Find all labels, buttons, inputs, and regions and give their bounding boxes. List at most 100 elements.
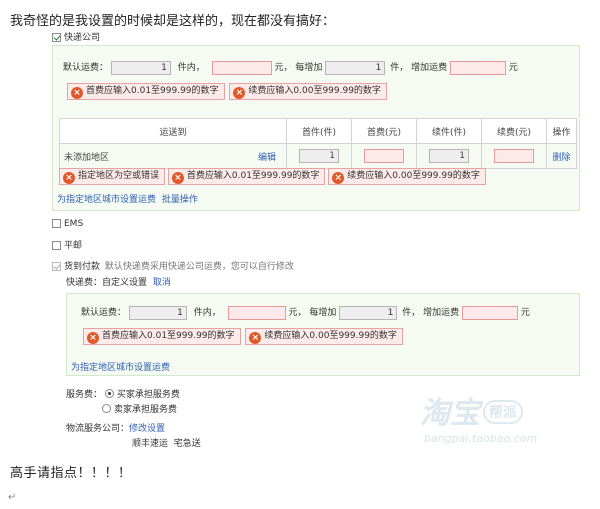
add-fee-label: 增加运费: [411, 63, 448, 73]
cod-fee-line: 快递费：自定义设置 取消: [66, 275, 171, 288]
row-first-qty-input[interactable]: 1: [299, 149, 339, 163]
error-icon: ×: [71, 87, 83, 99]
region-cell: 未添加地区 编辑: [59, 143, 287, 169]
yuan2-label: 元: [508, 63, 518, 73]
express-default-fee-row: 默认运费： 1 件内， 元， 每增加 1 件， 增加运费 元: [63, 60, 518, 75]
region-fee-link[interactable]: 为指定地区城市设置运费: [57, 195, 156, 205]
cod-errors: × 首费应输入0.01至999.99的数字 × 续费应输入0.00至999.99的数…: [83, 328, 403, 345]
region-table-wrap: 运送到 首件(件) 首费(元) 续件(件) 续费(元) 操作 未添加地区 编辑 …: [59, 118, 577, 169]
yuan-label: 元，: [288, 308, 307, 318]
cod-panel: 默认运费： 1 件内， 元， 每增加 1 件， 增加运费 元 × 首费应输入0.0…: [66, 293, 580, 376]
error-message: × 续费应输入0.00至999.99的数字: [328, 168, 486, 185]
paragraph-mark: ↵: [8, 492, 17, 503]
row-add-qty-input[interactable]: 1: [429, 149, 469, 163]
cod-region-fee-link[interactable]: 为指定地区城市设置运费: [71, 363, 170, 373]
add-fee-cell: [481, 143, 547, 169]
row-errors: × 指定地区为空或错误 × 首费应输入0.01至999.99的数字 × 续费应输入0.…: [59, 168, 486, 185]
error-message: × 首费应输入0.01至999.99的数字: [167, 168, 326, 185]
cod-add-fee-input[interactable]: [461, 305, 518, 320]
row-add-fee-input[interactable]: [494, 149, 534, 163]
yuan2-label: 元: [520, 308, 530, 318]
express-option[interactable]: 快递公司: [52, 30, 100, 43]
unit-add-label: 件，: [390, 63, 409, 73]
cod-region-link-wrap: 为指定地区城市设置运费: [71, 360, 170, 373]
ems-label: EMS: [64, 219, 84, 229]
region-text: 未添加地区: [64, 152, 110, 163]
add-qty-input[interactable]: 1: [325, 60, 386, 75]
cod-first-fee-input[interactable]: [227, 305, 286, 320]
service-fee: 服务费： 买家承担服务费: [66, 387, 180, 400]
region-fee-table: 运送到 首件(件) 首费(元) 续件(件) 续费(元) 操作 未添加地区 编辑 …: [59, 118, 577, 169]
delete-link[interactable]: 删除: [552, 153, 570, 163]
error-icon: ×: [171, 172, 184, 184]
col-first-fee: 首费(元): [351, 118, 417, 144]
express-panel: 默认运费： 1 件内， 元， 每增加 1 件， 增加运费 元 × 首费应输入0.0…: [52, 45, 580, 211]
cod-add-qty-input[interactable]: 1: [339, 305, 398, 320]
error-icon: ×: [87, 332, 99, 344]
unit-add-label: 件，: [402, 308, 421, 318]
cod-note: 默认快递费采用快递公司运费，您可以自行修改: [104, 262, 294, 272]
table-header-row: 运送到 首件(件) 首费(元) 续件(件) 续费(元) 操作: [59, 118, 577, 144]
batch-link[interactable]: 批量操作: [162, 195, 198, 205]
error-message: × 续费应输入0.00至999.99的数字: [229, 83, 387, 100]
cod-option: 货到付款 默认快递费采用快递公司运费，您可以自行修改: [52, 259, 294, 272]
each-add-label: 每增加: [295, 63, 323, 73]
closing-text: 高手请指点！！！！: [10, 466, 132, 481]
post-option[interactable]: 平邮: [52, 238, 82, 251]
error-icon: ×: [332, 172, 345, 184]
unit-within-label: 件内，: [193, 308, 221, 318]
express-label: 快递公司: [64, 33, 101, 43]
cod-checkbox[interactable]: [52, 262, 61, 271]
seller-pays-label: 卖家承担服务费: [114, 405, 178, 415]
watermark-badge: 帮派: [482, 400, 523, 424]
default-fee-label: 默认运费：: [63, 63, 109, 73]
error-message: × 首费应输入0.01至999.99的数字: [67, 83, 225, 100]
ems-checkbox[interactable]: [52, 219, 61, 228]
first-qty-input[interactable]: 1: [110, 60, 171, 75]
col-first-qty: 首件(件): [286, 118, 352, 144]
buyer-pays-label: 买家承担服务费: [116, 390, 180, 400]
cod-fee-value: 自定义设置: [102, 278, 148, 288]
cod-label: 货到付款: [64, 262, 101, 272]
modify-settings-link[interactable]: 修改设置: [129, 424, 165, 434]
add-fee-input[interactable]: [449, 60, 506, 75]
error-icon: ×: [63, 172, 75, 184]
logistics-label: 物流服务公司：: [66, 424, 130, 434]
express-links: 为指定地区城市设置运费 批量操作: [57, 192, 198, 205]
default-fee-label: 默认运费：: [81, 308, 127, 318]
express-checkbox[interactable]: [52, 33, 61, 42]
row-first-fee-input[interactable]: [364, 149, 404, 163]
buyer-pays-radio[interactable]: [104, 389, 114, 398]
post-label: 平邮: [64, 241, 83, 251]
first-qty-cell: 1: [286, 143, 352, 169]
cod-cancel-link[interactable]: 取消: [153, 278, 171, 288]
ems-option[interactable]: EMS: [52, 219, 83, 229]
add-fee-label: 增加运费: [423, 308, 460, 318]
watermark: 淘宝 帮派 bangpai.taobao.com: [420, 388, 537, 445]
error-icon: ×: [249, 332, 262, 344]
cod-fee-label: 快递费：: [66, 278, 103, 288]
error-message: × 指定地区为空或错误: [59, 168, 166, 185]
table-row: 未添加地区 编辑 1 1 删除: [59, 143, 577, 169]
question-text: 我奇怪的是我设置的时候却是这样的，现在都没有搞好：: [10, 14, 336, 29]
error-message: × 续费应输入0.00至999.99的数字: [245, 328, 403, 345]
service-fee-option-2: 卖家承担服务费: [102, 402, 177, 415]
edit-link[interactable]: 编辑: [258, 150, 276, 163]
first-fee-input[interactable]: [211, 60, 272, 75]
col-action: 操作: [546, 118, 577, 144]
col-destination: 运送到: [59, 118, 287, 144]
cod-first-qty-input[interactable]: 1: [128, 305, 187, 320]
unit-within-label: 件内，: [177, 63, 205, 73]
cod-default-fee-row: 默认运费： 1 件内， 元， 每增加 1 件， 增加运费 元: [81, 305, 530, 320]
error-icon: ×: [233, 87, 246, 99]
logistics-line: 物流服务公司：修改设置: [66, 421, 165, 434]
each-add-label: 每增加: [309, 308, 337, 318]
post-checkbox[interactable]: [52, 241, 61, 250]
watermark-url: bangpai.taobao.com: [424, 432, 538, 445]
seller-pays-radio[interactable]: [102, 404, 111, 413]
error-message: × 首费应输入0.01至999.99的数字: [83, 328, 241, 345]
logistics-companies: 顺丰速运 宅急送: [132, 439, 201, 449]
yuan-label: 元，: [274, 63, 293, 73]
service-fee-label: 服务费：: [66, 390, 103, 400]
express-errors: × 首费应输入0.01至999.99的数字 × 续费应输入0.00至999.99的数…: [67, 83, 387, 100]
